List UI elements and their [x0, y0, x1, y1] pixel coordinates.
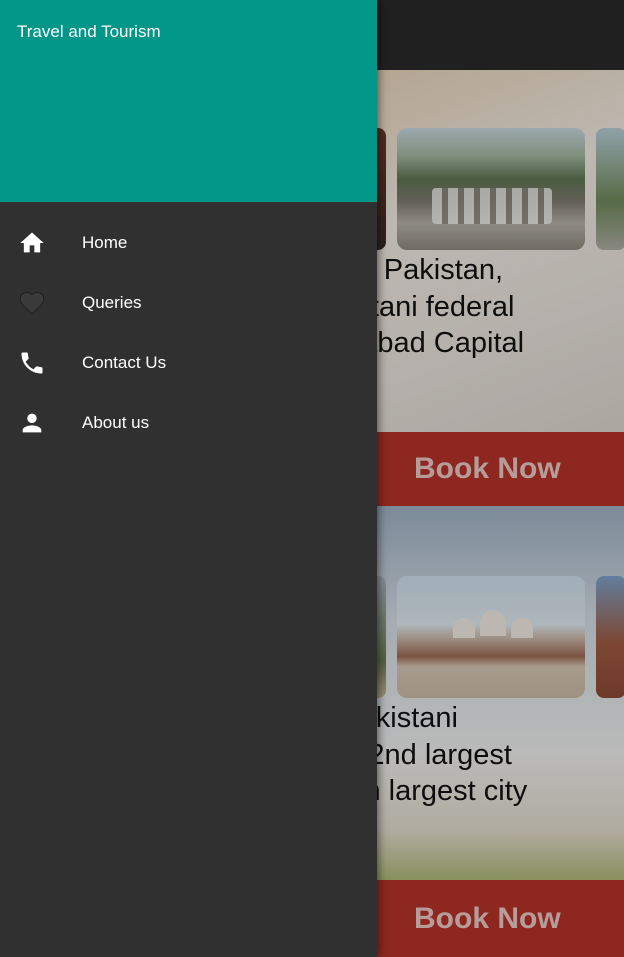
menu-item-contact-us[interactable]: Contact Us [0, 333, 377, 393]
menu-item-about-us[interactable]: About us [0, 393, 377, 453]
menu-item-label: About us [82, 413, 150, 432]
menu-item-label: Contact Us [82, 353, 167, 372]
menu-item-queries[interactable]: Queries [0, 273, 377, 333]
drawer-header: Travel and Tourism [0, 0, 377, 202]
menu-item-label: Queries [82, 293, 142, 312]
navigation-drawer: Travel and Tourism Home Queries Contact … [0, 0, 377, 957]
menu-item-home[interactable]: Home [0, 213, 377, 273]
person-icon [18, 409, 46, 437]
menu-item-label: Home [82, 233, 128, 252]
home-icon [18, 229, 46, 257]
heart-icon [18, 289, 46, 317]
drawer-menu: Home Queries Contact Us About us [0, 202, 377, 453]
drawer-title: Travel and Tourism [17, 22, 161, 41]
phone-icon [18, 349, 46, 377]
